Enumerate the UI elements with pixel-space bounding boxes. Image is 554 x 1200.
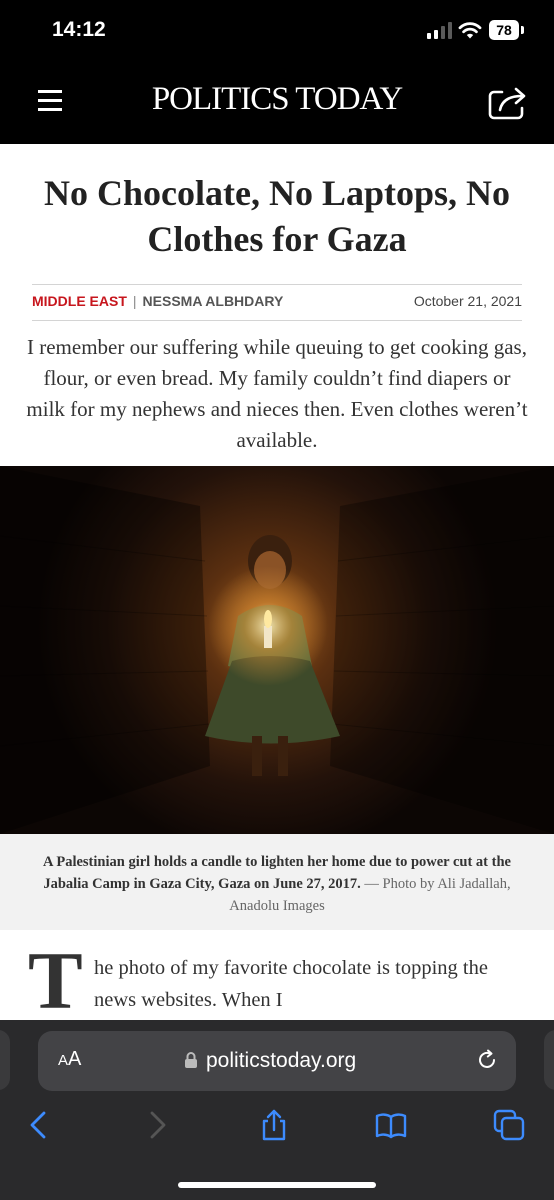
photo-caption: A Palestinian girl holds a candle to lig… — [24, 851, 530, 917]
battery-indicator: 78 — [489, 20, 519, 40]
wifi-icon — [458, 22, 482, 39]
article-body: he photo of my favorite chocolate is top… — [94, 957, 488, 1011]
article-photo — [0, 466, 554, 834]
lock-icon — [185, 1052, 197, 1068]
meta-divider-top — [32, 284, 522, 285]
cellular-signal-icon — [427, 22, 453, 39]
next-tab-peek[interactable] — [544, 1030, 554, 1090]
forward-icon[interactable] — [140, 1108, 174, 1142]
battery-cap — [521, 26, 524, 34]
back-icon[interactable] — [22, 1108, 56, 1142]
article-title: No Chocolate, No Laptops, No Clothes for… — [43, 173, 510, 259]
site-logo[interactable]: POLITICS TODAY — [0, 81, 554, 118]
meta-divider-bottom — [32, 320, 522, 321]
share-icon[interactable] — [257, 1108, 291, 1142]
meta-separator: | — [132, 293, 137, 309]
url-text[interactable]: politicstoday.org — [206, 1049, 356, 1073]
previous-tab-peek[interactable] — [0, 1030, 10, 1090]
article-summary: I remember our suffering while queuing t… — [26, 335, 528, 452]
tabs-icon[interactable] — [492, 1108, 526, 1142]
share-icon[interactable] — [486, 80, 530, 122]
reload-icon[interactable] — [475, 1048, 499, 1072]
home-indicator — [178, 1182, 376, 1188]
dropcap-letter: T — [28, 935, 83, 1026]
bookmarks-icon[interactable] — [374, 1108, 408, 1142]
status-time: 14:12 — [52, 18, 106, 41]
author-link[interactable]: NESSMA ALBHDARY — [143, 293, 284, 309]
article-meta: MIDDLE EAST | NESSMA ALBHDARY October 21, … — [32, 293, 522, 313]
category-link[interactable]: MIDDLE EAST — [32, 293, 127, 309]
reader-text-size-button[interactable]: AA — [58, 1048, 90, 1074]
status-bar: 14:12 78 — [0, 0, 554, 64]
publish-date: October 21, 2021 — [413, 293, 522, 309]
